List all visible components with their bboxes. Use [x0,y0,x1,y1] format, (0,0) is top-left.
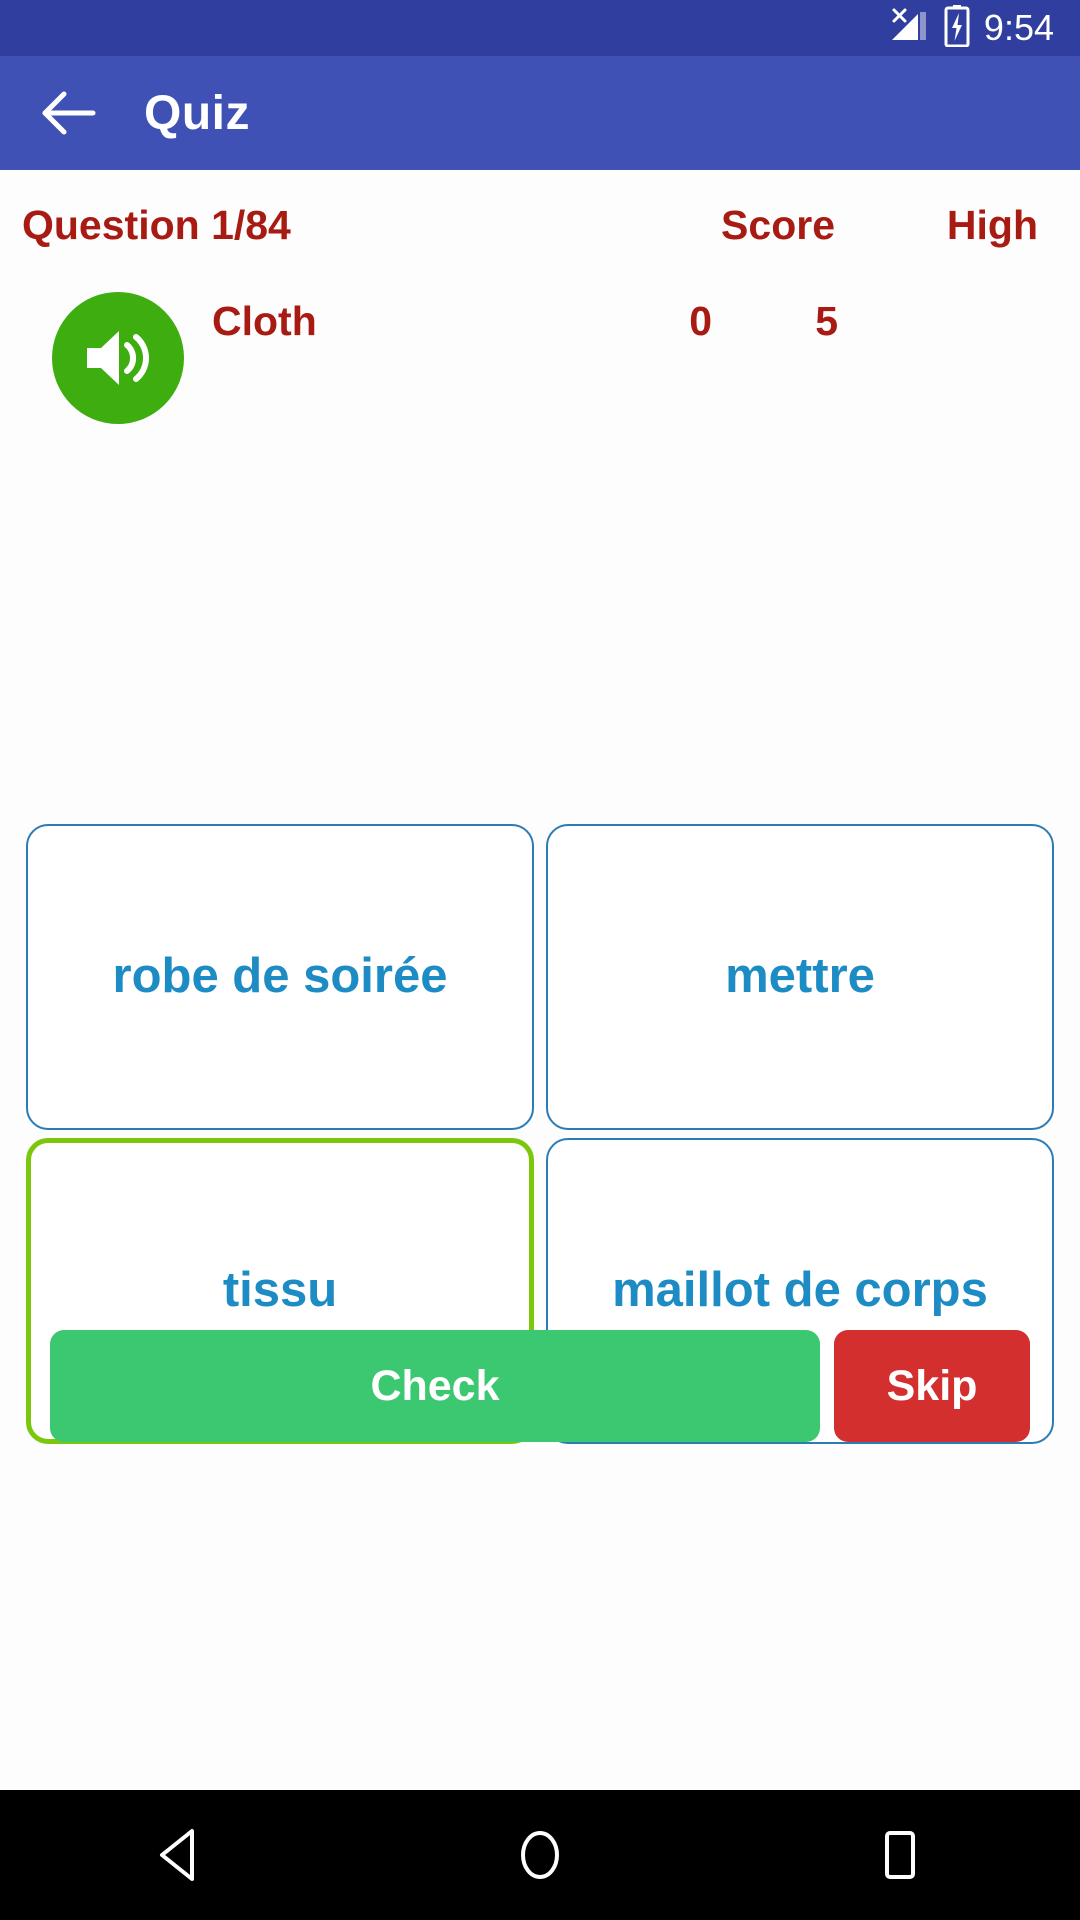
check-button[interactable]: Check [50,1330,820,1442]
check-button-label: Check [370,1361,500,1410]
high-header-label: High [946,202,1038,248]
answer-option-label: maillot de corps [612,1263,988,1318]
answer-option-label: tissu [222,1263,338,1318]
app-bar: Quiz [0,56,1080,170]
nav-home-circle-icon[interactable] [465,1790,615,1920]
back-arrow-icon[interactable] [38,82,100,144]
android-navigation-bar [0,1790,1080,1920]
quiz-content: Question 1/84 Score High Cloth 0 5 robe … [0,170,1080,1790]
quiz-stats-row: Question 1/84 Score High [0,202,1080,272]
answer-option-1[interactable]: robe de soirée [26,824,534,1130]
phone-screen: 9:54 Quiz Question 1/84 Score High Cloth… [0,0,1080,1920]
signal-no-service-icon [888,6,930,51]
answer-option-label: mettre [725,949,875,1004]
nav-recents-square-icon[interactable] [825,1790,975,1920]
high-value: 5 [815,298,838,344]
answer-option-2[interactable]: mettre [546,824,1054,1130]
nav-back-triangle-icon[interactable] [105,1790,255,1920]
answer-option-label: robe de soirée [112,949,448,1004]
status-bar-clock: 9:54 [983,7,1054,48]
page-title: Quiz [144,86,250,140]
battery-charging-icon [944,4,970,52]
action-button-row: Check Skip [50,1330,1030,1442]
skip-button[interactable]: Skip [834,1330,1030,1442]
status-bar: 9:54 [0,0,1080,56]
skip-button-label: Skip [886,1361,978,1410]
quiz-word-row: Cloth 0 5 [0,280,1080,430]
